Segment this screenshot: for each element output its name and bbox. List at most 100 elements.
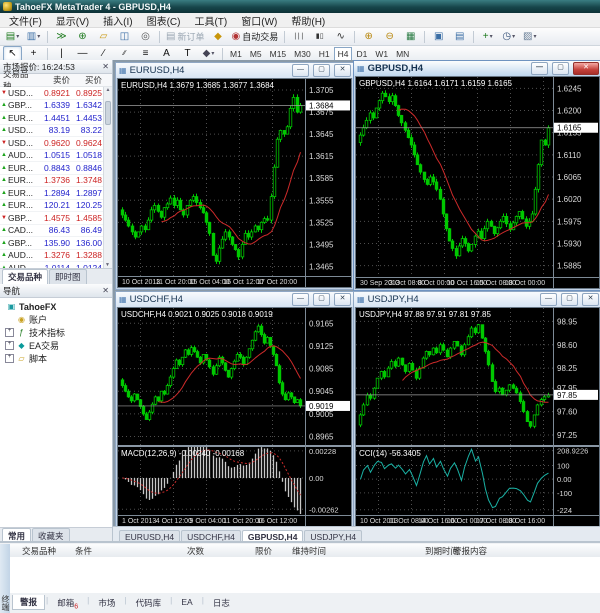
arrange-windows-button[interactable]: ▤ — [450, 29, 469, 45]
expand-icon[interactable]: + — [5, 341, 14, 350]
chevron-down-icon[interactable]: ▾ — [16, 31, 19, 43]
market-watch-row[interactable]: ▼GBP...1.45751.4585 — [0, 212, 112, 225]
terminal-column-0[interactable]: 交易品种 — [22, 545, 56, 557]
market-watch-row[interactable]: ▲AUD...1.05151.0518 — [0, 150, 112, 163]
terminal-tab-0[interactable]: 警报 — [12, 595, 45, 610]
market-watch-tab-0[interactable]: 交易品种 — [2, 269, 48, 284]
chevron-down-icon[interactable]: ▾ — [37, 31, 40, 43]
menu-item-6[interactable]: 帮助(H) — [284, 13, 332, 28]
chart-window-titlebar[interactable]: ▦GBPUSD,H4—▢✕ — [354, 61, 600, 76]
menu-item-3[interactable]: 图表(C) — [140, 13, 188, 28]
terminal-column-3[interactable]: 限价 — [255, 545, 272, 557]
market-watch-row[interactable]: ▲GBP...1.63391.6342 — [0, 100, 112, 113]
menu-item-1[interactable]: 显示(V) — [49, 13, 96, 28]
minimize-button[interactable]: — — [292, 64, 309, 77]
menu-item-2[interactable]: 插入(I) — [96, 13, 139, 28]
menu-item-4[interactable]: 工具(T) — [187, 13, 234, 28]
profiles-button[interactable]: ▥▾ — [24, 29, 43, 45]
market-watch-row[interactable]: ▲EUR...0.88430.8846 — [0, 162, 112, 175]
chart-area[interactable]: 0.91650.91250.90850.90450.90050.89650.90… — [117, 307, 352, 527]
chart-area[interactable]: 98.9598.6098.2597.9597.6097.2597.85USDJP… — [355, 307, 600, 527]
market-watch-row[interactable]: ▲GBP...135.90136.00 — [0, 237, 112, 250]
periods-button[interactable]: ◷▾ — [499, 29, 518, 45]
maximize-button[interactable]: ▢ — [313, 64, 330, 77]
expand-icon[interactable]: + — [5, 354, 14, 363]
line-chart-button[interactable]: ∿ — [331, 29, 350, 45]
maximize-button[interactable]: ▢ — [552, 62, 569, 75]
close-icon[interactable]: ✕ — [102, 286, 109, 295]
chart-window-titlebar[interactable]: ▦USDCHF,H4—▢✕ — [116, 292, 353, 307]
cascade-windows-button[interactable]: ▣ — [429, 29, 448, 45]
chart-area[interactable]: 1.37051.36751.36451.36151.35851.35551.35… — [117, 78, 352, 288]
navigator-item-0[interactable]: ▣TahoeFX — [0, 300, 112, 313]
zoom-window-button[interactable]: ◎ — [136, 29, 155, 45]
market-watch-row[interactable]: ▲AUD...1.32761.3288 — [0, 250, 112, 263]
autotrading-button[interactable]: ◉自动交易 — [229, 29, 280, 45]
new-chart-button[interactable]: ▤▾ — [3, 29, 22, 45]
chevron-down-icon[interactable]: ▾ — [533, 31, 536, 43]
indicators-window-button[interactable]: ◫ — [115, 29, 134, 45]
chart-window-usdjpy[interactable]: ▦USDJPY,H4—▢✕98.9598.6098.2597.9597.6097… — [353, 291, 600, 529]
close-button[interactable]: ✕ — [334, 293, 351, 306]
close-button[interactable]: ✕ — [334, 64, 351, 77]
chart-area[interactable]: 1.62451.62001.61551.61101.60651.60201.59… — [355, 76, 600, 289]
market-watch-row[interactable]: ▼USD...0.96200.9624 — [0, 137, 112, 150]
zoom-in-button[interactable]: ⊕ — [359, 29, 378, 45]
menu-item-0[interactable]: 文件(F) — [2, 13, 49, 28]
terminal-column-6[interactable]: 警报内容 — [453, 545, 487, 557]
autoscroll-button[interactable]: ⊕ — [73, 29, 92, 45]
terminal-column-1[interactable]: 条件 — [75, 545, 92, 557]
market-watch-row[interactable]: ▲USD...83.1983.22 — [0, 125, 112, 138]
close-button[interactable]: ✕ — [573, 62, 599, 75]
alerts-table-body[interactable] — [10, 557, 600, 595]
add-indicator-button[interactable]: +▾ — [478, 29, 497, 45]
market-watch-row[interactable]: ▲AUD...1.01141.0124 — [0, 262, 112, 268]
bar-chart-button[interactable]: ∣∣∣ — [289, 29, 308, 45]
chart-window-eurusd[interactable]: ▦EURUSD,H4—▢✕1.37051.36751.36451.36151.3… — [115, 62, 354, 290]
zoom-out-button[interactable]: ⊖ — [380, 29, 399, 45]
minimize-button[interactable]: — — [292, 293, 309, 306]
navigator-item-2[interactable]: +ƒ技术指标 — [0, 326, 112, 339]
market-watch-tab-1[interactable]: 即时图 — [49, 269, 87, 284]
chart-window-gbpusd[interactable]: ▦GBPUSD,H4—▢✕1.62451.62001.61551.61101.6… — [353, 60, 600, 291]
tile-windows-button[interactable]: ▦ — [401, 29, 420, 45]
chart-window-titlebar[interactable]: ▦EURUSD,H4—▢✕ — [116, 63, 353, 78]
minimize-button[interactable]: — — [540, 293, 557, 306]
market-watch-scrollbar[interactable]: ▲▼ — [103, 87, 112, 268]
metaeditor-button[interactable]: ◆ — [208, 29, 227, 45]
chevron-down-icon[interactable]: ▾ — [211, 48, 214, 60]
chevron-down-icon[interactable]: ▾ — [490, 31, 493, 43]
terminal-tab-1[interactable]: 邮箱6 — [49, 595, 86, 613]
navigator-item-4[interactable]: +▱脚本 — [0, 352, 112, 365]
market-watch-row[interactable]: ▲EUR...120.21120.25 — [0, 200, 112, 213]
chevron-down-icon[interactable]: ▾ — [512, 31, 515, 43]
new-order-button[interactable]: ▤新订单 — [164, 29, 206, 45]
navigator-item-3[interactable]: +◆EA交易 — [0, 339, 112, 352]
chart-shift-button[interactable]: ≫ — [52, 29, 71, 45]
chart-window-titlebar[interactable]: ▦USDJPY,H4—▢✕ — [354, 292, 600, 307]
close-button[interactable]: ✕ — [582, 293, 599, 306]
objects-list-button[interactable]: ▱ — [94, 29, 113, 45]
minimize-button[interactable]: — — [531, 62, 548, 75]
market-watch-row[interactable]: ▲EUR...1.37361.3748 — [0, 175, 112, 188]
market-watch-row[interactable]: ▲CAD...86.4386.49 — [0, 225, 112, 238]
terminal-tab-4[interactable]: EA — [173, 595, 200, 609]
terminal-column-4[interactable]: 维持时间 — [292, 545, 326, 557]
svg-text:USDJPY,H4 97.88 97.91 97.81 9: USDJPY,H4 97.88 97.91 97.81 97.85 — [359, 310, 492, 319]
expand-icon[interactable]: + — [5, 328, 14, 337]
maximize-button[interactable]: ▢ — [561, 293, 578, 306]
maximize-button[interactable]: ▢ — [313, 293, 330, 306]
terminal-tab-5[interactable]: 日志 — [205, 595, 238, 611]
market-watch-row[interactable]: ▼USD...0.89210.8925 — [0, 87, 112, 100]
templates-button[interactable]: ▨▾ — [520, 29, 539, 45]
menu-item-5[interactable]: 窗口(W) — [234, 13, 284, 28]
chart-window-usdchf[interactable]: ▦USDCHF,H4—▢✕0.91650.91250.90850.90450.9… — [115, 291, 354, 529]
terminal-tab-3[interactable]: 代码库 — [128, 595, 170, 611]
navigator-item-1[interactable]: ◉账户 — [0, 313, 112, 326]
close-icon[interactable]: ✕ — [102, 62, 109, 71]
terminal-column-2[interactable]: 次数 — [187, 545, 204, 557]
market-watch-row[interactable]: ▲EUR...1.28941.2897 — [0, 187, 112, 200]
terminal-tab-2[interactable]: 市场 — [90, 595, 123, 611]
candle-chart-button[interactable]: ▮▯ — [310, 29, 329, 45]
market-watch-row[interactable]: ▲EUR...1.44511.4453 — [0, 112, 112, 125]
